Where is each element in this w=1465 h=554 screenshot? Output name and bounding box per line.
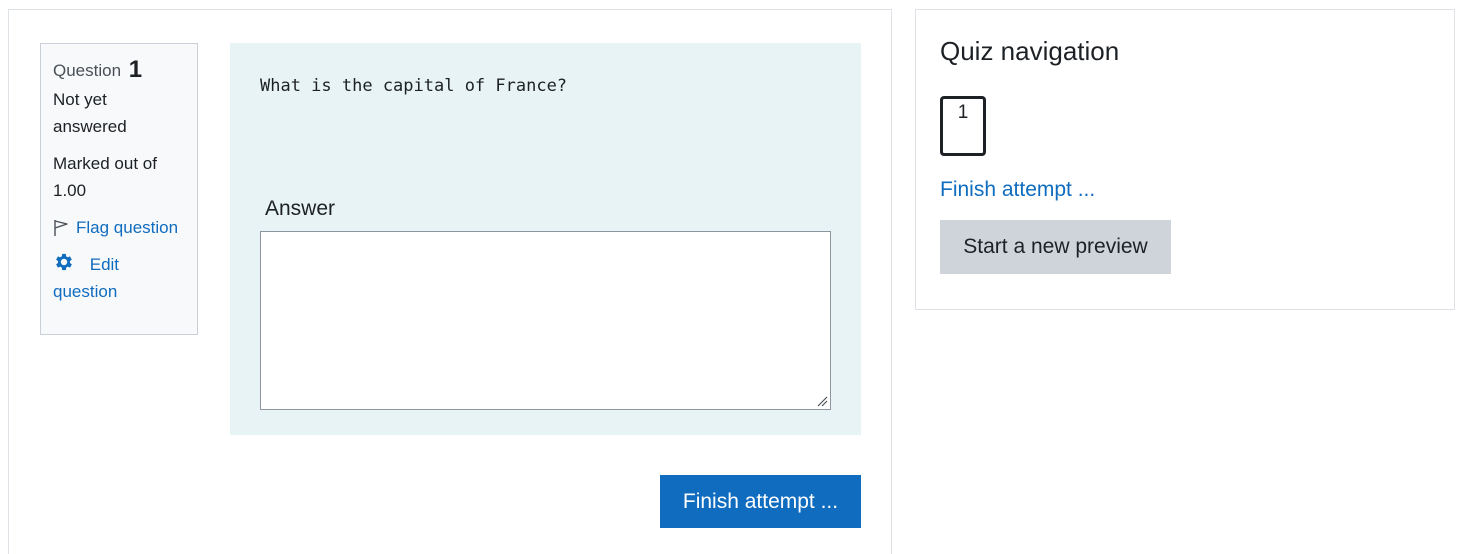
start-new-preview-button[interactable]: Start a new preview [940, 220, 1171, 274]
flag-icon [54, 219, 68, 236]
question-region: Question 1 Not yet answered Marked out o… [8, 9, 892, 554]
flag-question-label: Flag question [76, 218, 179, 237]
quiz-navigation-block: Quiz navigation 1 Finish attempt ... Sta… [915, 9, 1455, 310]
question-formulation: What is the capital of France? Answer [230, 43, 861, 435]
question-text: What is the capital of France? [260, 76, 568, 96]
finish-attempt-button[interactable]: Finish attempt ... [660, 475, 861, 528]
gear-icon [56, 253, 72, 271]
resize-grip-icon[interactable] [817, 396, 828, 407]
question-number: 1 [128, 56, 143, 83]
nav-finish-attempt-link[interactable]: Finish attempt ... [940, 178, 1095, 202]
answer-label: Answer [265, 197, 336, 220]
question-label: Question [53, 61, 122, 80]
answer-textarea[interactable] [260, 231, 831, 410]
quiz-nav-question-1[interactable]: 1 [940, 96, 986, 156]
question-state: Not yet answered [53, 90, 127, 136]
question-number-line: Question 1 [53, 56, 185, 84]
quiz-navigation-title: Quiz navigation [940, 36, 1120, 66]
question-grade: Marked out of 1.00 [53, 154, 157, 200]
flag-question-link[interactable]: Flag question [53, 214, 185, 241]
question-info-panel: Question 1 Not yet answered Marked out o… [40, 43, 198, 335]
edit-question-link[interactable]: Edit question [53, 251, 185, 305]
